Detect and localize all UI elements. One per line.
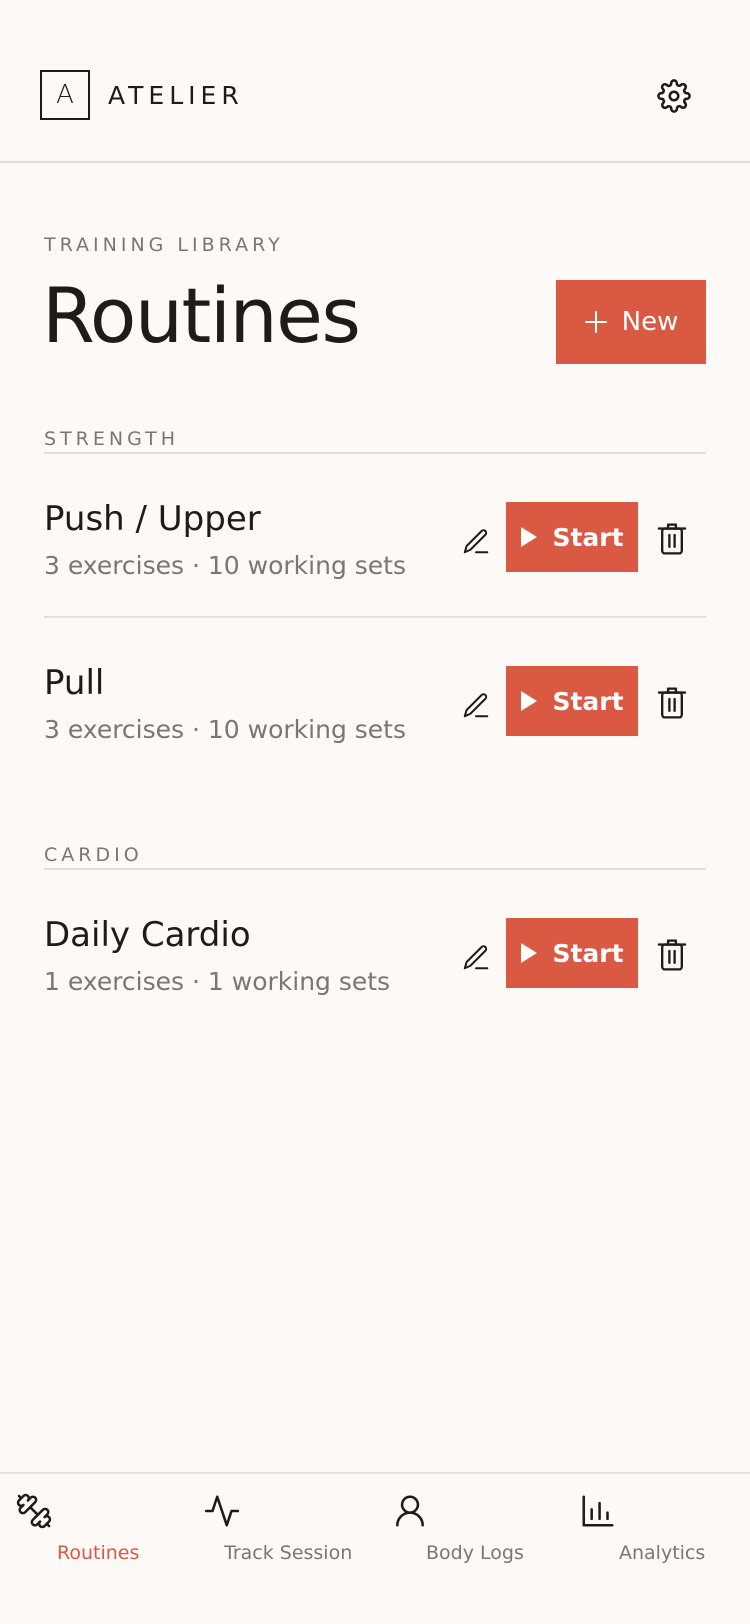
nav-label: Analytics: [619, 1542, 706, 1564]
play-icon: [521, 527, 538, 547]
routine-row: Push / Upper 3 exercises · 10 working se…: [44, 497, 706, 597]
plus-icon: [584, 311, 607, 333]
section-divider: [44, 868, 706, 870]
nav-item-track-session[interactable]: Track Session: [188, 1474, 368, 1584]
new-routine-button[interactable]: New: [556, 280, 706, 364]
section-label-strength: STRENGTH: [44, 428, 180, 450]
routine-name: Push / Upper: [44, 499, 261, 539]
trash-icon: [657, 687, 687, 719]
user-icon: [396, 1495, 424, 1527]
page-eyebrow: TRAINING LIBRARY: [44, 234, 284, 256]
start-button-label: Start: [552, 522, 624, 552]
nav-item-body-logs[interactable]: Body Logs: [376, 1474, 556, 1584]
logo-mark: A: [40, 70, 90, 120]
routine-meta: 3 exercises · 10 working sets: [44, 715, 406, 744]
app-root: A ATELIER TRAINING LIBRARY Routines New …: [0, 0, 750, 1624]
delete-routine-button[interactable]: [654, 935, 690, 975]
new-button-label: New: [621, 307, 679, 337]
routine-name: Daily Cardio: [44, 915, 251, 955]
pencil-icon: [463, 693, 489, 718]
delete-routine-button[interactable]: [654, 519, 690, 559]
play-icon: [521, 943, 538, 963]
routine-row: Daily Cardio 1 exercises · 1 working set…: [44, 913, 706, 1013]
dumbbell-icon: [16, 1493, 52, 1529]
app-header: A ATELIER: [0, 0, 750, 163]
nav-item-analytics[interactable]: Analytics: [564, 1474, 744, 1584]
nav-item-routines[interactable]: Routines: [0, 1474, 180, 1584]
bottom-nav: Routines Track Session Body Logs Analyti…: [0, 1472, 750, 1624]
section-label-cardio: CARDIO: [44, 844, 143, 866]
play-icon: [521, 691, 538, 711]
activity-icon: [204, 1495, 240, 1527]
nav-label: Body Logs: [426, 1542, 524, 1564]
edit-routine-button[interactable]: [458, 687, 494, 723]
bar-chart-icon: [582, 1495, 614, 1527]
routine-divider: [44, 616, 706, 618]
edit-routine-button[interactable]: [458, 939, 494, 975]
trash-icon: [657, 939, 687, 971]
routine-meta: 1 exercises · 1 working sets: [44, 967, 391, 996]
start-routine-button[interactable]: Start: [506, 502, 638, 572]
routine-name: Pull: [44, 663, 105, 703]
edit-routine-button[interactable]: [458, 523, 494, 559]
pencil-icon: [463, 529, 489, 554]
trash-icon: [657, 523, 687, 555]
nav-label: Track Session: [224, 1542, 353, 1564]
delete-routine-button[interactable]: [654, 683, 690, 723]
start-routine-button[interactable]: Start: [506, 918, 638, 988]
section-divider: [44, 452, 706, 454]
logo-letter: A: [56, 80, 74, 110]
start-button-label: Start: [552, 938, 624, 968]
page-title: Routines: [42, 271, 361, 360]
start-routine-button[interactable]: Start: [506, 666, 638, 736]
gear-icon: [657, 79, 691, 113]
nav-label: Routines: [57, 1542, 140, 1564]
brand-name: ATELIER: [108, 81, 244, 110]
pencil-icon: [463, 945, 489, 970]
settings-button[interactable]: [656, 78, 692, 114]
routine-row: Pull 3 exercises · 10 working sets Start: [44, 661, 706, 761]
start-button-label: Start: [552, 686, 624, 716]
routine-meta: 3 exercises · 10 working sets: [44, 551, 406, 580]
